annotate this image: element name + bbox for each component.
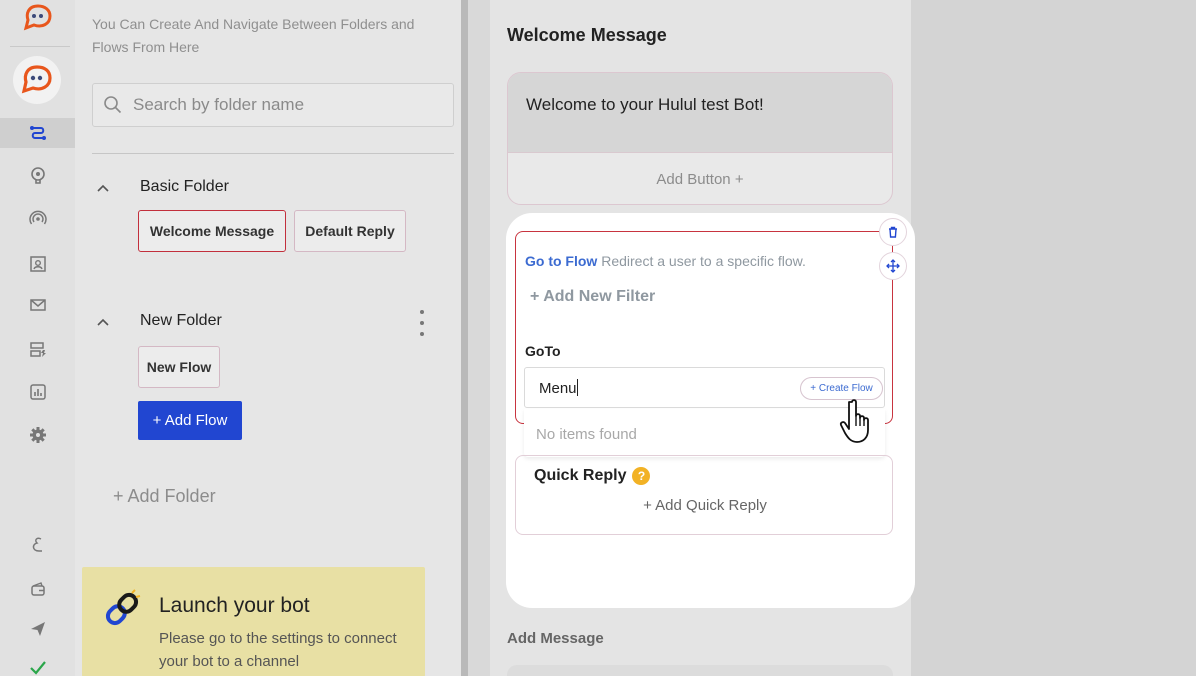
analytics-icon[interactable] — [0, 377, 75, 407]
brain-icon[interactable] — [0, 160, 75, 190]
broadcast-icon[interactable] — [0, 203, 75, 233]
search-icon — [104, 96, 122, 114]
launch-title: Launch your bot — [159, 594, 310, 617]
move-icon[interactable] — [879, 252, 907, 280]
create-flow-button[interactable]: + Create Flow — [800, 377, 883, 400]
no-items-text: No items found — [536, 426, 637, 443]
settings-icon[interactable] — [0, 420, 75, 450]
chevron-up-icon[interactable] — [97, 180, 117, 195]
link-icon — [102, 589, 142, 634]
goto-flow-heading: Go to Flow Redirect a user to a specific… — [525, 253, 806, 269]
add-flow-button[interactable]: + Add Flow — [138, 401, 242, 440]
flow-chip-welcome-message[interactable]: Welcome Message — [138, 210, 286, 252]
quick-reply-card: Quick Reply ? + Add Quick Reply — [515, 455, 893, 535]
templates-icon[interactable] — [0, 334, 75, 364]
folder-new[interactable]: New Folder — [97, 312, 222, 330]
folder-basic[interactable]: Basic Folder — [97, 178, 229, 196]
hand-pointer-icon — [838, 398, 878, 449]
folders-hint: You Can Create And Navigate Between Fold… — [92, 16, 415, 55]
add-quick-reply-button[interactable]: + Add Quick Reply — [516, 497, 894, 514]
arabic-language-icon[interactable] — [0, 530, 75, 560]
add-new-filter-button[interactable]: + Add New Filter — [530, 288, 655, 306]
goto-input-value: Menu — [539, 380, 577, 397]
message-card: Welcome to your Hulul test Bot! Add Butt… — [507, 72, 893, 205]
panel-gap — [468, 0, 490, 676]
search-input[interactable]: Search by folder name — [133, 95, 304, 115]
add-button[interactable]: Add Button + — [508, 153, 892, 204]
panel-splitter[interactable] — [461, 0, 468, 676]
send-icon[interactable] — [0, 614, 75, 644]
quick-reply-label: Quick Reply ? — [534, 467, 651, 485]
goto-flow-input[interactable]: Menu + Create Flow — [524, 367, 885, 408]
folder-search[interactable]: Search by folder name — [92, 83, 454, 127]
add-message-label[interactable]: Add Message — [507, 630, 604, 647]
bot-avatar[interactable] — [13, 56, 61, 104]
help-icon[interactable]: ? — [632, 467, 651, 485]
icon-rail — [0, 0, 75, 676]
flow-dropdown: No items found — [524, 409, 885, 457]
folder-name: Basic Folder — [140, 178, 229, 195]
next-card-edge — [507, 665, 893, 676]
folder-name: New Folder — [140, 312, 222, 329]
add-folder-button[interactable]: + Add Folder — [113, 486, 216, 507]
flow-chip-new-flow[interactable]: New Flow — [138, 346, 220, 388]
mail-icon[interactable] — [0, 290, 75, 320]
wallet-icon[interactable] — [0, 574, 75, 604]
goto-label: GoTo — [525, 343, 561, 359]
bot-logo-icon[interactable] — [22, 4, 54, 32]
text-caret — [576, 379, 578, 396]
flow-chip-default-reply[interactable]: Default Reply — [294, 210, 406, 252]
delete-icon[interactable] — [879, 218, 907, 246]
folder-menu-icon[interactable] — [415, 310, 429, 336]
launch-text: Please go to the settings to connect you… — [159, 630, 397, 670]
chevron-up-icon[interactable] — [97, 314, 117, 329]
rail-divider — [10, 46, 70, 47]
check-icon — [0, 652, 75, 676]
flows-icon[interactable] — [0, 118, 75, 148]
contacts-icon[interactable] — [0, 249, 75, 279]
panel-divider — [92, 153, 454, 154]
launch-bot-card: Launch your bot Please go to the setting… — [82, 567, 425, 676]
message-text[interactable]: Welcome to your Hulul test Bot! — [508, 73, 892, 153]
flow-title: Welcome Message — [507, 25, 667, 45]
folders-panel: You Can Create And Navigate Between Fold… — [75, 0, 461, 676]
